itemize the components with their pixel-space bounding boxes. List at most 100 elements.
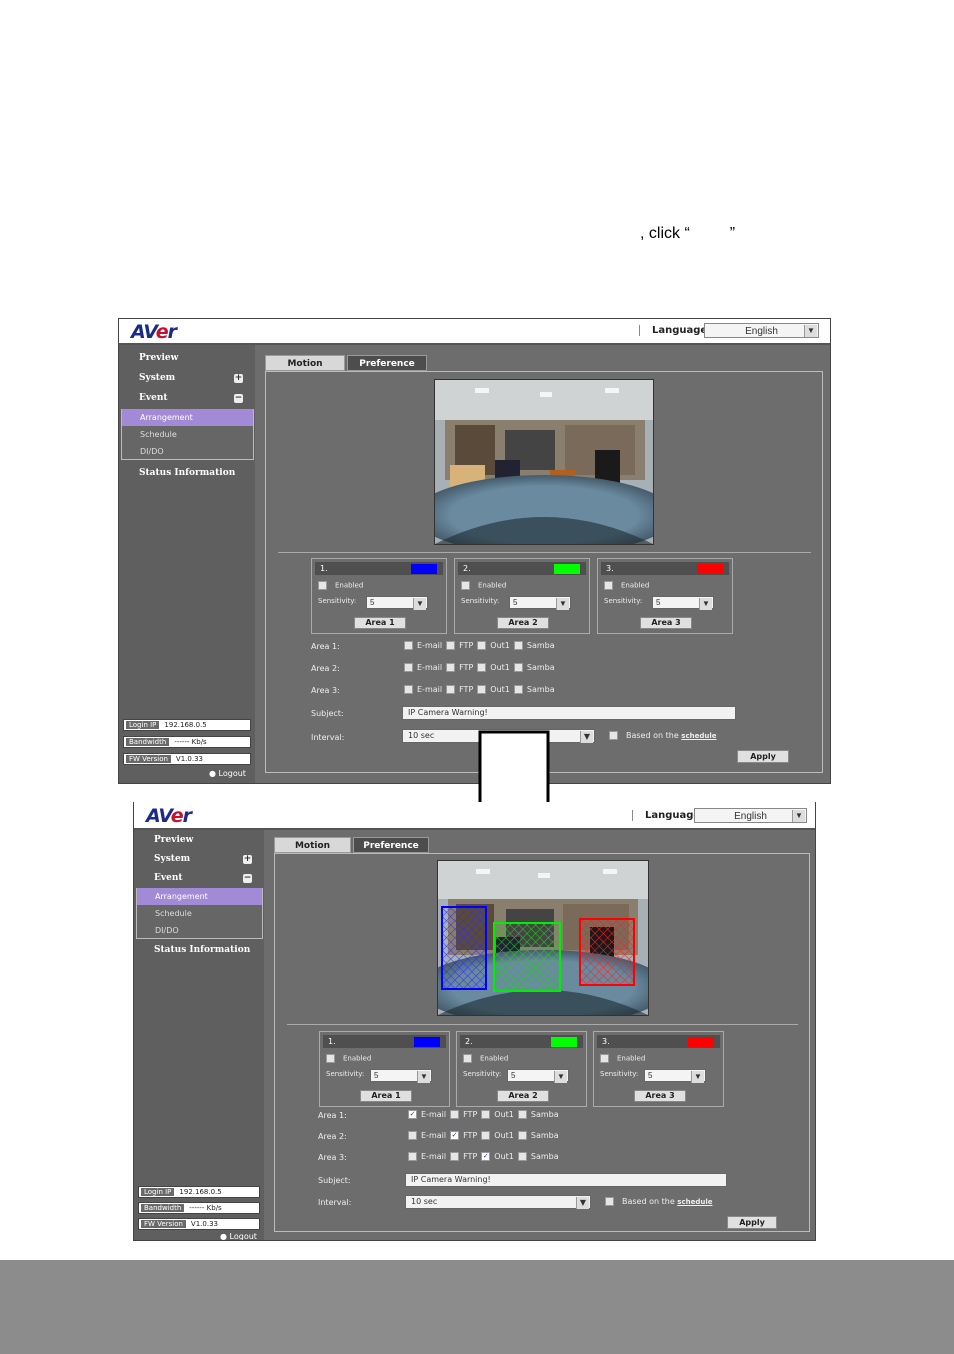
subnav-arrangement[interactable]: Arrangement bbox=[136, 888, 263, 905]
ftp-checkbox[interactable]: ✓ bbox=[450, 1131, 460, 1140]
area-1-button[interactable]: Area 1 bbox=[354, 617, 406, 629]
sensitivity-value: 5 bbox=[656, 598, 661, 607]
samba-checkbox[interactable] bbox=[513, 685, 523, 694]
ftp-checkbox[interactable] bbox=[446, 663, 456, 672]
ftp-checkbox[interactable] bbox=[450, 1110, 460, 1119]
plus-icon[interactable]: + bbox=[243, 855, 252, 864]
sensitivity-select[interactable]: 5 ▼ bbox=[509, 596, 571, 610]
language-select[interactable]: English ▼ bbox=[694, 808, 807, 823]
nav-system[interactable]: System + bbox=[134, 849, 264, 869]
subject-input[interactable]: IP Camera Warning! bbox=[402, 706, 736, 720]
area-1-button[interactable]: Area 1 bbox=[360, 1090, 412, 1102]
checkbox[interactable] bbox=[318, 581, 327, 590]
sidebar: Preview System + Event − Arrangement Sched… bbox=[119, 345, 255, 783]
out1-checkbox[interactable]: ✓ bbox=[481, 1152, 491, 1161]
nav-event[interactable]: Event − bbox=[134, 868, 264, 888]
nav-system[interactable]: System + bbox=[119, 368, 255, 388]
enabled-checkbox[interactable]: Enabled bbox=[463, 1054, 508, 1063]
samba-label: Samba bbox=[530, 1110, 559, 1119]
ftp-checkbox[interactable] bbox=[446, 641, 456, 650]
based-on-schedule[interactable]: Based on the schedule bbox=[609, 731, 717, 740]
email-checkbox[interactable]: ✓ bbox=[408, 1110, 417, 1119]
notify-row-options: E-mail FTP Out1 Samba bbox=[404, 685, 559, 694]
based-on-schedule[interactable]: Based on the schedule bbox=[605, 1197, 713, 1206]
email-checkbox[interactable] bbox=[404, 663, 413, 672]
sensitivity-select[interactable]: 5 ▼ bbox=[652, 596, 714, 610]
enabled-checkbox[interactable]: Enabled bbox=[604, 581, 649, 590]
subnav-schedule[interactable]: Schedule bbox=[136, 905, 263, 922]
subnav-dido[interactable]: DI/DO bbox=[136, 922, 263, 939]
apply-button[interactable]: Apply bbox=[737, 750, 789, 763]
enabled-label: Enabled bbox=[478, 581, 507, 590]
email-checkbox[interactable] bbox=[404, 641, 413, 650]
samba-checkbox[interactable] bbox=[513, 641, 523, 650]
subject-input[interactable]: IP Camera Warning! bbox=[405, 1173, 727, 1187]
motion-area-1-overlay[interactable] bbox=[441, 906, 487, 990]
logout-link[interactable]: ● Logout bbox=[209, 769, 246, 778]
nav-event[interactable]: Event − bbox=[119, 388, 255, 408]
enabled-checkbox[interactable]: Enabled bbox=[326, 1054, 371, 1063]
subnav-dido[interactable]: DI/DO bbox=[121, 443, 254, 460]
area-3-button[interactable]: Area 3 bbox=[634, 1090, 686, 1102]
out1-checkbox[interactable] bbox=[477, 685, 487, 694]
checkbox[interactable] bbox=[600, 1054, 609, 1063]
checkbox[interactable] bbox=[609, 731, 618, 740]
nav-status-information[interactable]: Status Information bbox=[119, 463, 255, 483]
sensitivity-label: Sensitivity: bbox=[318, 597, 357, 605]
checkbox[interactable] bbox=[326, 1054, 335, 1063]
nav-preview[interactable]: Preview bbox=[119, 348, 255, 368]
area-3-button[interactable]: Area 3 bbox=[640, 617, 692, 629]
checkbox[interactable] bbox=[605, 1197, 614, 1206]
enabled-checkbox[interactable]: Enabled bbox=[318, 581, 363, 590]
plus-icon[interactable]: + bbox=[234, 374, 243, 383]
samba-checkbox[interactable] bbox=[513, 663, 523, 672]
tab-preference[interactable]: Preference bbox=[347, 355, 427, 371]
area-number: 1. bbox=[320, 564, 328, 573]
schedule-link[interactable]: schedule bbox=[681, 732, 716, 740]
checkbox[interactable] bbox=[461, 581, 470, 590]
notify-row-label: Area 2: bbox=[311, 664, 340, 673]
email-label: E-mail bbox=[417, 663, 443, 672]
checkbox[interactable] bbox=[604, 581, 613, 590]
out1-checkbox[interactable] bbox=[481, 1110, 491, 1119]
language-select[interactable]: English ▼ bbox=[704, 323, 819, 338]
aver-logo: AVer bbox=[146, 805, 192, 827]
tab-preference[interactable]: Preference bbox=[353, 837, 429, 853]
ftp-checkbox[interactable] bbox=[446, 685, 456, 694]
samba-checkbox[interactable] bbox=[517, 1131, 527, 1140]
tab-motion[interactable]: Motion bbox=[265, 355, 345, 371]
nav-preview[interactable]: Preview bbox=[134, 830, 264, 850]
enabled-checkbox[interactable]: Enabled bbox=[461, 581, 506, 590]
email-checkbox[interactable] bbox=[408, 1152, 417, 1161]
apply-button[interactable]: Apply bbox=[727, 1216, 777, 1229]
ftp-checkbox[interactable] bbox=[450, 1152, 460, 1161]
out1-checkbox[interactable] bbox=[477, 663, 487, 672]
email-checkbox[interactable] bbox=[408, 1131, 417, 1140]
nav-status-information[interactable]: Status Information bbox=[134, 940, 264, 960]
sensitivity-select[interactable]: 5 ▼ bbox=[507, 1069, 569, 1083]
sensitivity-select[interactable]: 5 ▼ bbox=[370, 1069, 432, 1083]
minus-icon[interactable]: − bbox=[234, 394, 243, 403]
motion-area-2-overlay[interactable] bbox=[493, 922, 561, 992]
tab-motion[interactable]: Motion bbox=[274, 837, 351, 853]
minus-icon[interactable]: − bbox=[243, 874, 252, 883]
samba-checkbox[interactable] bbox=[517, 1110, 527, 1119]
email-checkbox[interactable] bbox=[404, 685, 413, 694]
out1-checkbox[interactable] bbox=[481, 1131, 491, 1140]
samba-label: Samba bbox=[530, 1152, 559, 1161]
subnav-arrangement[interactable]: Arrangement bbox=[121, 409, 254, 426]
motion-area-3-overlay[interactable] bbox=[579, 918, 635, 986]
logout-link[interactable]: ● Logout bbox=[220, 1232, 257, 1240]
schedule-link[interactable]: schedule bbox=[677, 1198, 712, 1206]
area-2-button[interactable]: Area 2 bbox=[497, 1090, 549, 1102]
area-number: 1. bbox=[328, 1037, 336, 1046]
subnav-schedule[interactable]: Schedule bbox=[121, 426, 254, 443]
sensitivity-select[interactable]: 5 ▼ bbox=[644, 1069, 706, 1083]
area-2-button[interactable]: Area 2 bbox=[497, 617, 549, 629]
checkbox[interactable] bbox=[463, 1054, 472, 1063]
samba-checkbox[interactable] bbox=[517, 1152, 527, 1161]
enabled-checkbox[interactable]: Enabled bbox=[600, 1054, 645, 1063]
sensitivity-select[interactable]: 5 ▼ bbox=[366, 596, 428, 610]
interval-select[interactable]: 10 sec ▼ bbox=[405, 1195, 591, 1209]
out1-checkbox[interactable] bbox=[477, 641, 487, 650]
